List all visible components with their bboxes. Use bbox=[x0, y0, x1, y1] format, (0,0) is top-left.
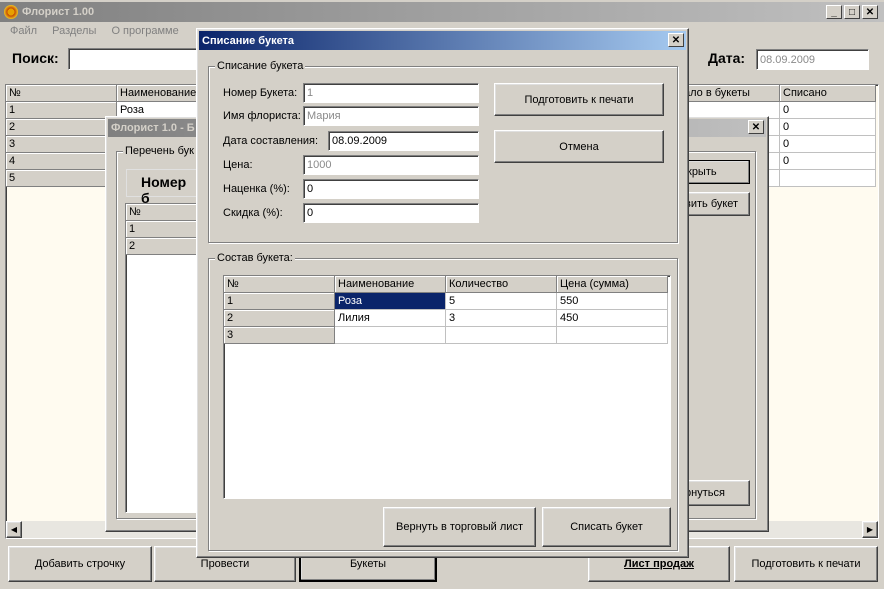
return-button[interactable]: рнуться bbox=[682, 480, 750, 506]
bouquets-window-title: Флорист 1.0 - Б bbox=[111, 122, 195, 134]
maximize-icon[interactable]: □ bbox=[844, 5, 860, 19]
date-field[interactable]: 08.09.2009 bbox=[756, 49, 869, 70]
bouquet-number-label: Номер Букета: bbox=[223, 87, 298, 99]
close-icon[interactable]: ✕ bbox=[668, 33, 684, 47]
composition-group-label: Состав букета: bbox=[215, 252, 295, 264]
scroll-right-icon[interactable]: ▶ bbox=[862, 521, 878, 538]
print-button[interactable]: Подготовить к печати bbox=[734, 546, 878, 582]
writeoff-dialog: Списание букета ✕ Списание букета Номер … bbox=[196, 28, 689, 558]
flower-app-icon bbox=[4, 5, 18, 19]
writeoff-group-label: Списание букета bbox=[215, 60, 306, 72]
close-icon[interactable]: ✕ bbox=[862, 5, 878, 19]
selected-cell[interactable]: Роза bbox=[335, 293, 446, 310]
florist-name-field[interactable]: Мария bbox=[303, 106, 479, 126]
table-row[interactable]: 1 Роза 5 550 bbox=[224, 293, 670, 310]
grid-header-name: Наименование bbox=[117, 85, 197, 102]
grid-row[interactable]: 2 bbox=[126, 238, 204, 255]
bouquet-list-grid: № 1 2 bbox=[125, 203, 205, 513]
open-button[interactable]: крыть bbox=[682, 160, 750, 184]
close-icon[interactable]: ✕ bbox=[748, 120, 764, 134]
add-row-button[interactable]: Добавить строчку bbox=[8, 546, 152, 582]
col-header-quantity: Количество bbox=[446, 276, 557, 293]
bouquet-number-label: Номер б bbox=[126, 169, 206, 206]
creation-date-field[interactable]: 08.09.2009 bbox=[328, 131, 479, 151]
bouquet-number-field[interactable]: 1 bbox=[303, 83, 479, 103]
menu-file[interactable]: Файл bbox=[10, 25, 37, 37]
write-off-bouquet-button[interactable]: Списать букет bbox=[542, 507, 671, 547]
col-header-price: Цена (сумма) bbox=[557, 276, 668, 293]
markup-label: Наценка (%): bbox=[223, 183, 290, 195]
grid-header-used: ало в букеты bbox=[681, 85, 780, 102]
cancel-button[interactable]: Отмена bbox=[494, 130, 664, 163]
minimize-icon[interactable]: _ bbox=[826, 5, 842, 19]
col-header-num: № bbox=[224, 276, 335, 293]
bouquet-list-label: Перечень бук bbox=[123, 145, 196, 157]
writeoff-dialog-title: Списание букета bbox=[202, 34, 295, 47]
florist-name-label: Имя флориста: bbox=[223, 110, 301, 122]
date-label: Дата: bbox=[708, 50, 746, 66]
prepare-print-button[interactable]: Подготовить к печати bbox=[494, 83, 664, 116]
table-row[interactable]: 3 bbox=[224, 327, 670, 344]
creation-date-label: Дата составления: bbox=[223, 135, 319, 147]
grid-row[interactable]: 1 bbox=[126, 221, 204, 238]
menu-bar: Файл Разделы О программе bbox=[10, 25, 191, 41]
search-label: Поиск: bbox=[12, 50, 59, 66]
return-to-trade-list-button[interactable]: Вернуть в торговый лист bbox=[383, 507, 536, 547]
grid-header-written-off: Списано bbox=[780, 85, 876, 102]
discount-label: Скидка (%): bbox=[223, 207, 283, 219]
menu-sections[interactable]: Разделы bbox=[52, 25, 96, 37]
col-header-name: Наименование bbox=[335, 276, 446, 293]
main-window-title: Флорист 1.00 bbox=[22, 6, 95, 18]
price-label: Цена: bbox=[223, 159, 253, 171]
price-field[interactable]: 1000 bbox=[303, 155, 479, 175]
grid-header-num: № bbox=[6, 85, 117, 102]
table-row[interactable]: 2 Лилия 3 450 bbox=[224, 310, 670, 327]
menu-about[interactable]: О программе bbox=[111, 25, 178, 37]
main-titlebar: Флорист 1.00 bbox=[0, 2, 884, 22]
scroll-left-icon[interactable]: ◀ bbox=[6, 521, 22, 538]
writeoff-titlebar: Списание букета bbox=[199, 31, 686, 50]
markup-field[interactable]: 0 bbox=[303, 179, 479, 199]
composition-grid: № Наименование Количество Цена (сумма) 1… bbox=[223, 275, 671, 499]
discount-field[interactable]: 0 bbox=[303, 203, 479, 223]
search-input[interactable] bbox=[68, 48, 208, 70]
add-bouquet-button[interactable]: вить букет bbox=[682, 192, 750, 216]
